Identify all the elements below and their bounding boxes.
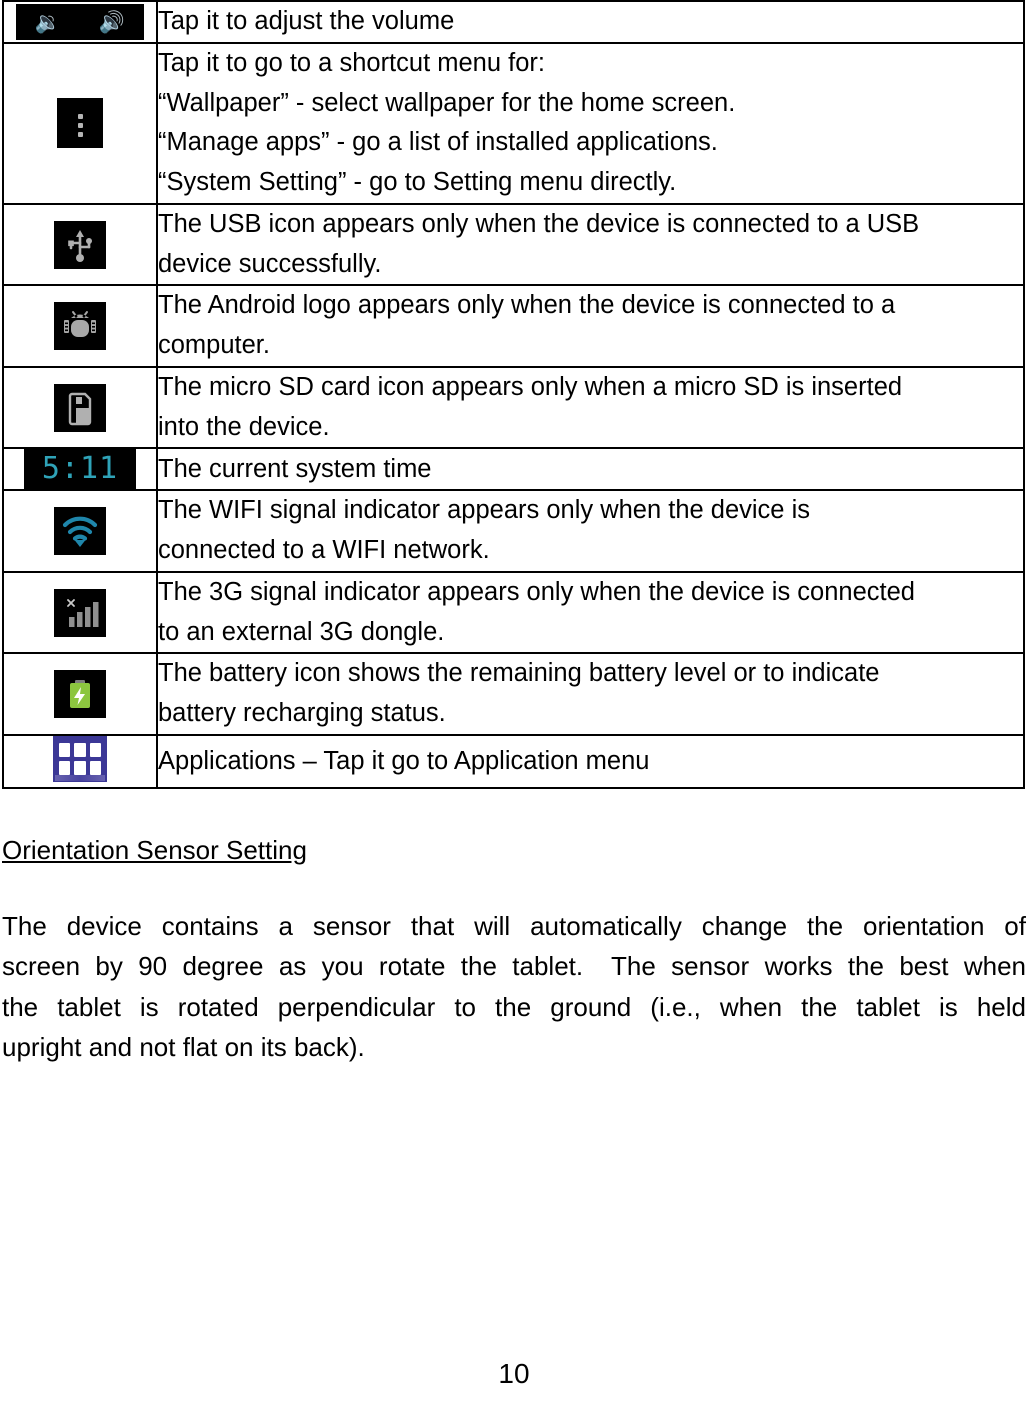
wifi-icon [54,507,106,556]
volume-icon: 🔉 🔊 [16,3,144,40]
description-line: device successfully. [158,249,382,278]
description-line: “System Setting” - go to Setting menu di… [158,168,677,197]
description-line: The USB icon appears only when the devic… [158,209,920,238]
table-row: The USB icon appears only when the devic… [2,202,1025,287]
description-cell-3g: The 3G signal indicator appears only whe… [156,570,1025,655]
applications-icon [53,736,107,783]
description-cell-wifi: The WIFI signal indicator appears only w… [156,489,1025,573]
table-row: The 3G signal indicator appears only whe… [2,570,1025,655]
app-square [59,743,71,758]
overflow-menu-icon [57,98,103,149]
description-line: The current system time [158,454,432,483]
volume-up-icon: 🔊 [98,9,126,34]
section-heading: Orientation Sensor Setting [2,835,307,866]
android-bug-icon [54,302,106,351]
battery-charging-icon [54,670,106,719]
description-line: “Manage apps” - go a list of installed a… [158,128,718,157]
signal-3g-icon [54,588,106,637]
menu-dot [77,123,83,129]
description-line: The battery icon shows the remaining bat… [158,659,880,688]
description-cell-android: The Android logo appears only when the d… [156,284,1025,368]
icon-cell-menu [2,41,158,205]
icon-cell-usb [2,202,158,287]
description-cell-sdcard: The micro SD card icon appears only when… [156,365,1025,450]
description-line: The Android logo appears only when the d… [158,291,896,320]
document-page: 🔉 🔊 Tap it to adjust the volume Tap it t… [0,0,1028,1416]
applications-grid [59,743,101,776]
description-cell-volume: Tap it to adjust the volume [156,0,1025,44]
page-number: 10 [498,1358,530,1389]
description-line: Tap it to go to a shortcut menu for: [158,48,545,77]
paragraph-line: upright and not flat on its back). [2,1031,365,1062]
table-row: The Android logo appears only when the d… [2,284,1025,368]
clock-icon: 5:11 [24,449,136,490]
description-line: connected to a WIFI network. [158,536,490,565]
description-line: The 3G signal indicator appears only whe… [158,577,915,606]
description-line: The micro SD card icon appears only when… [158,372,903,401]
paragraph-line: The device contains a sensor that will a… [2,911,1026,942]
icon-cell-wifi [2,489,158,573]
icon-cell-android [2,284,158,368]
description-line: Applications – Tap it go to Application … [158,746,650,775]
description-cell-battery: The battery icon shows the remaining bat… [156,652,1025,737]
usb-icon [54,220,106,269]
app-square [89,743,101,758]
table-row: 5:11 The current system time [2,447,1025,492]
section-paragraph: The device contains a sensor that will a… [2,906,1026,1067]
icon-cell-3g [2,570,158,655]
icon-cell-sdcard [2,365,158,450]
description-line: Tap it to adjust the volume [158,7,455,35]
status-icon-table: 🔉 🔊 Tap it to adjust the volume Tap it t… [2,0,1025,790]
table-row: The battery icon shows the remaining bat… [2,652,1025,737]
description-cell-clock: The current system time [156,447,1025,492]
orientation-section: Orientation Sensor Setting The device co… [0,789,1028,1067]
micro-sd-card-icon [54,383,106,432]
icon-cell-applications [2,734,158,790]
description-line: to an external 3G dongle. [158,617,445,646]
app-square [59,761,71,776]
icon-cell-volume: 🔉 🔊 [2,0,158,44]
table-row: Applications – Tap it go to Application … [2,734,1025,790]
icon-cell-clock: 5:11 [2,447,158,492]
description-cell-usb: The USB icon appears only when the devic… [156,202,1025,287]
table-row: Tap it to go to a shortcut menu for: “Wa… [2,41,1025,205]
paragraph-line: screen by 90 degree as you rotate the ta… [2,951,1026,982]
icon-cell-battery [2,652,158,737]
description-cell-applications: Applications – Tap it go to Application … [156,734,1025,790]
menu-dot [77,132,83,138]
table-row: The WIFI signal indicator appears only w… [2,489,1025,573]
description-line: battery recharging status. [158,699,446,728]
volume-down-icon: 🔉 [34,9,62,34]
description-line: The WIFI signal indicator appears only w… [158,496,810,525]
applications-base-blur [55,775,105,782]
app-square [74,743,86,758]
description-cell-menu: Tap it to go to a shortcut menu for: “Wa… [156,41,1025,205]
menu-dot [77,114,83,120]
app-square [89,761,101,776]
paragraph-line: the tablet is rotated perpendicular to t… [2,991,1026,1022]
app-square [74,761,86,776]
description-line: computer. [158,331,270,360]
description-line: into the device. [158,412,330,441]
table-row: The micro SD card icon appears only when… [2,365,1025,450]
table-row: 🔉 🔊 Tap it to adjust the volume [2,0,1025,44]
description-line: “Wallpaper” - select wallpaper for the h… [158,88,736,117]
